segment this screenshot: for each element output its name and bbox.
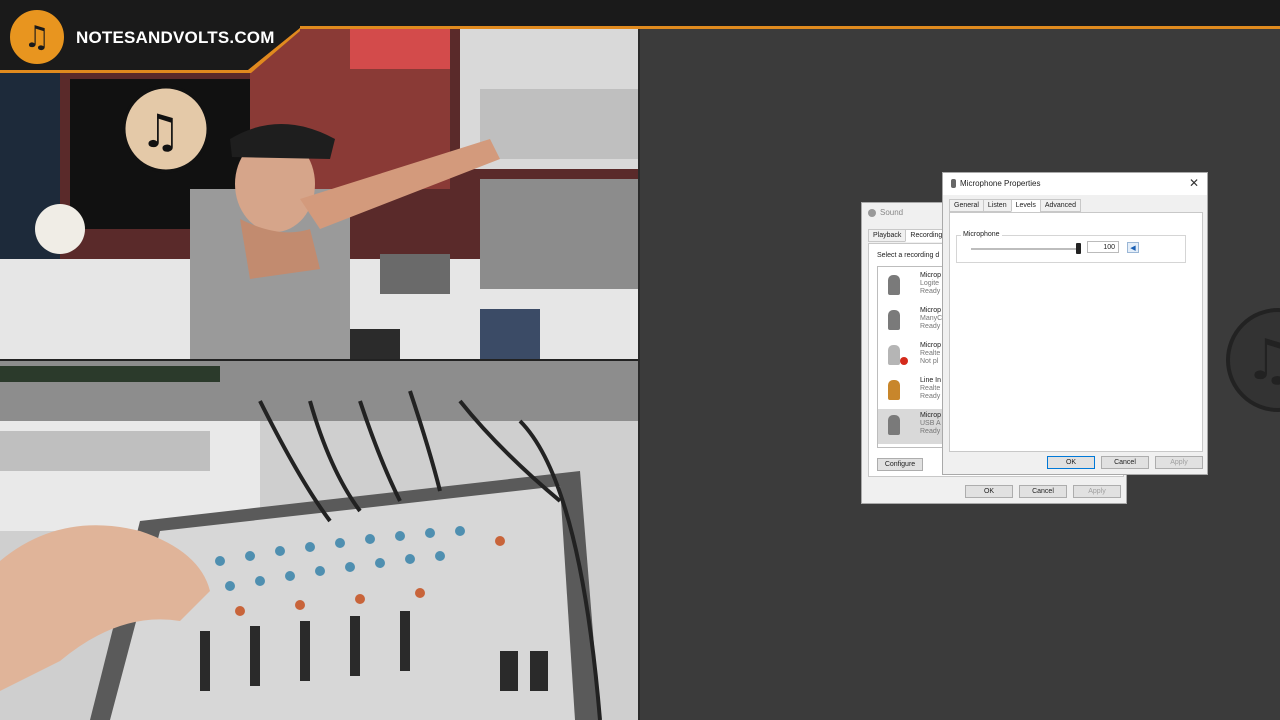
device-status: Ready bbox=[920, 428, 941, 435]
music-note-icon: ♫ bbox=[8, 8, 66, 66]
svg-text:♫: ♫ bbox=[140, 104, 181, 158]
microphone-level-group: Microphone 100 ◀ bbox=[956, 231, 1186, 263]
mic-props-title: Microphone Properties bbox=[951, 179, 1040, 189]
device-driver: USB A bbox=[920, 420, 941, 427]
screen-divider bbox=[638, 29, 640, 720]
brand-name: NOTESANDVOLTS.COM bbox=[76, 28, 275, 47]
close-icon[interactable]: ✕ bbox=[1189, 176, 1199, 190]
device-name: Microp bbox=[920, 342, 942, 349]
microphone-icon bbox=[888, 415, 900, 435]
tab-advanced[interactable]: Advanced bbox=[1039, 199, 1081, 212]
levels-panel: Microphone 100 ◀ bbox=[949, 212, 1203, 452]
microphone-properties-dialog: Microphone Properties ✕ General Listen L… bbox=[942, 172, 1208, 475]
sound-ok-button[interactable]: OK bbox=[965, 485, 1013, 498]
tab-general[interactable]: General bbox=[949, 199, 984, 212]
device-name: Microp bbox=[920, 272, 942, 279]
unplugged-badge-icon bbox=[900, 357, 908, 365]
microphone-level-slider[interactable] bbox=[971, 243, 1081, 254]
select-device-hint: Select a recording d bbox=[877, 252, 940, 259]
mic-props-titlebar: Microphone Properties ✕ bbox=[943, 173, 1207, 195]
mic-ok-button[interactable]: OK bbox=[1047, 456, 1095, 469]
device-status: Ready bbox=[920, 393, 941, 400]
mic-apply-button[interactable]: Apply bbox=[1155, 456, 1203, 469]
microphone-icon bbox=[888, 310, 900, 330]
microphone-icon bbox=[888, 275, 900, 295]
camera-feed-mixer bbox=[0, 361, 638, 720]
device-status: Ready bbox=[920, 323, 941, 330]
sound-cancel-button[interactable]: Cancel bbox=[1019, 485, 1067, 498]
brand-banner: ♫ NOTESANDVOLTS.COM bbox=[0, 0, 300, 74]
device-status: Not pl bbox=[920, 358, 939, 365]
speaker-mute-icon[interactable]: ◀ bbox=[1127, 242, 1139, 253]
configure-button[interactable]: Configure bbox=[877, 458, 923, 471]
slider-thumb[interactable] bbox=[1076, 243, 1081, 254]
tab-playback[interactable]: Playback bbox=[868, 229, 907, 242]
device-status: Ready bbox=[920, 288, 941, 295]
microphone-level-label: Microphone bbox=[961, 231, 1002, 238]
tab-levels[interactable]: Levels bbox=[1010, 199, 1041, 212]
mic-cancel-button[interactable]: Cancel bbox=[1101, 456, 1149, 469]
device-driver: Logite bbox=[920, 280, 940, 287]
device-name: Microp bbox=[920, 412, 942, 419]
line-in-icon bbox=[888, 380, 900, 400]
music-note-watermark-icon: ♫ bbox=[1226, 308, 1280, 412]
tab-listen[interactable]: Listen bbox=[982, 199, 1012, 212]
microphone-icon bbox=[951, 179, 956, 189]
sound-dialog-title: Sound bbox=[868, 208, 903, 217]
slider-fill bbox=[971, 248, 1076, 250]
mic-props-tabs: General Listen Levels Advanced bbox=[949, 199, 1081, 212]
speaker-icon bbox=[868, 208, 876, 217]
device-driver: ManyC bbox=[920, 315, 943, 322]
device-name: Microp bbox=[920, 307, 942, 314]
microphone-level-value[interactable]: 100 bbox=[1087, 241, 1119, 253]
sound-apply-button[interactable]: Apply bbox=[1073, 485, 1121, 498]
device-driver: Realte bbox=[920, 350, 941, 357]
sound-tabs: Playback Recording bbox=[868, 229, 948, 242]
microphone-unplugged-icon bbox=[888, 345, 900, 365]
camera-feed-studio: ♫ bbox=[0, 29, 638, 359]
device-name: Line In bbox=[920, 377, 942, 384]
device-driver: Realte bbox=[920, 385, 941, 392]
